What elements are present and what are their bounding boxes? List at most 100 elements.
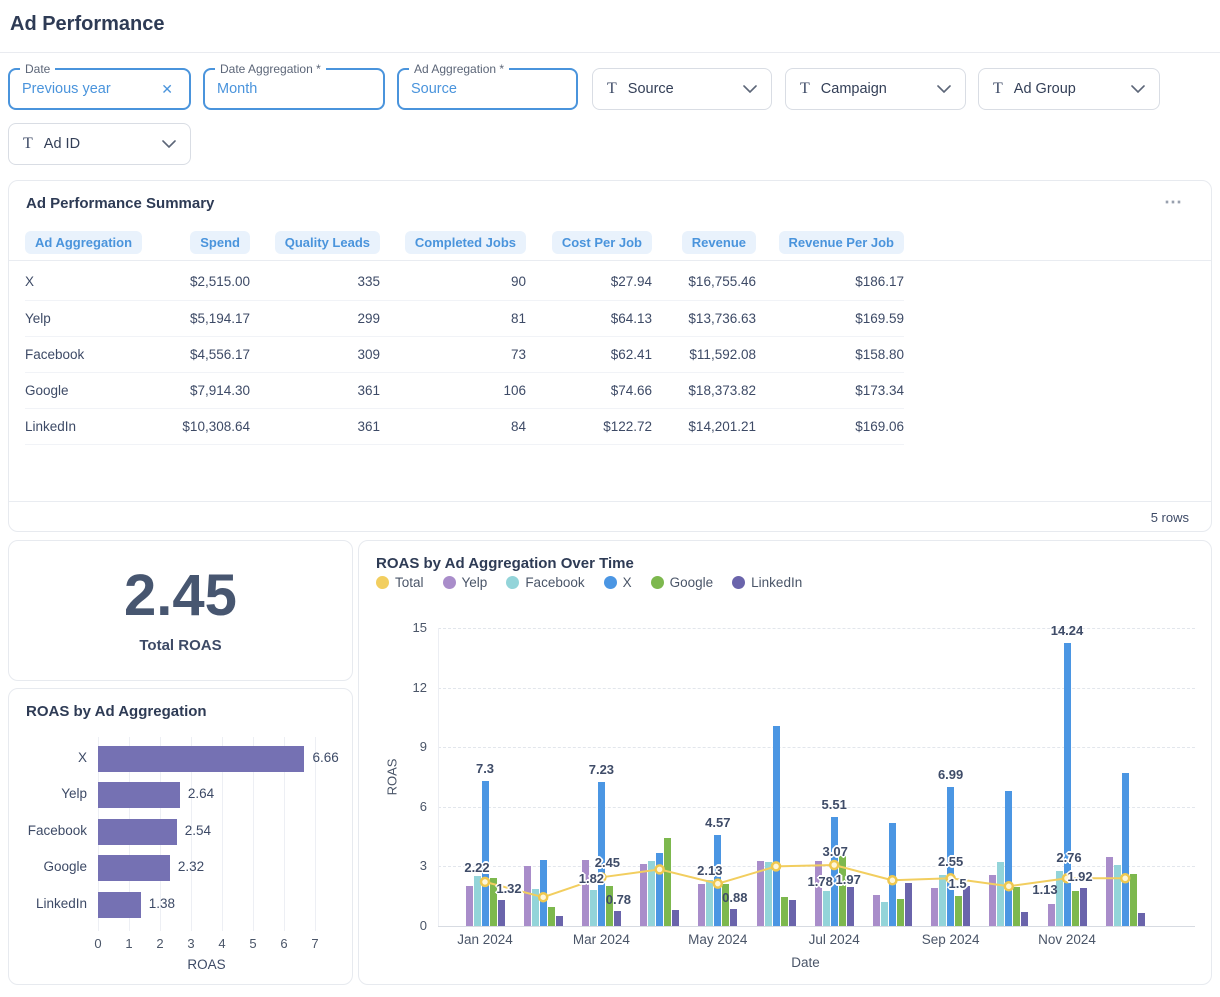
summary-table-card: Ad Performance Summary ⋯ Ad Aggregation S… — [8, 180, 1212, 532]
table-header-divider — [9, 260, 1211, 261]
table-cell: $14,201.21 — [652, 408, 756, 444]
data-label: 1.82 — [579, 871, 604, 886]
table-row: Yelp$5,194.1729981$64.13$13,736.63$169.5… — [25, 300, 904, 336]
text-type-icon: T — [993, 80, 1003, 98]
line-point — [1121, 874, 1129, 882]
category-label: LinkedIn — [9, 896, 87, 911]
x-axis-tick: 2 — [156, 936, 163, 951]
column-header-pill[interactable]: Completed Jobs — [405, 231, 526, 254]
table-footer-divider — [9, 501, 1211, 502]
gridline — [315, 737, 316, 931]
bar-x — [98, 746, 304, 772]
ellipsis-menu-icon[interactable]: ⋯ — [1164, 193, 1183, 211]
table-cell: $186.17 — [756, 264, 904, 300]
data-label: 2.22 — [464, 860, 489, 875]
bar-value-label: 1.38 — [149, 896, 175, 911]
filter-campaign-dropdown[interactable]: T Campaign — [785, 68, 966, 110]
data-label: 4.57 — [705, 815, 730, 830]
bar-facebook — [98, 819, 177, 845]
filter-date-label: Date — [20, 62, 55, 76]
bar-linkedin — [98, 892, 141, 918]
filter-date-aggregation[interactable]: Date Aggregation * Month — [203, 68, 385, 110]
hbar-chart-title: ROAS by Ad Aggregation — [26, 703, 207, 720]
line-point — [830, 861, 838, 869]
table-cell: $10,308.64 — [165, 408, 250, 444]
filter-ad-id-label: Ad ID — [44, 136, 80, 152]
x-axis-title: ROAS — [187, 957, 225, 972]
table-cell: Facebook — [25, 336, 165, 372]
bar-value-label: 2.54 — [185, 823, 211, 838]
x-axis-tick: 4 — [218, 936, 225, 951]
x-axis-tick: 5 — [249, 936, 256, 951]
data-label: 0.88 — [722, 890, 747, 905]
table-cell: $7,914.30 — [165, 372, 250, 408]
data-label: 2.76 — [1056, 850, 1081, 865]
data-label: 2.55 — [938, 854, 963, 869]
table-row: Facebook$4,556.1730973$62.41$11,592.08$1… — [25, 336, 904, 372]
chevron-down-icon — [743, 85, 757, 93]
chevron-down-icon — [937, 85, 951, 93]
chevron-down-icon — [1131, 85, 1145, 93]
data-label: 1.97 — [836, 872, 861, 887]
filter-date-aggregation-label: Date Aggregation * — [215, 62, 326, 76]
table-cell: $16,755.46 — [652, 264, 756, 300]
total-roas-card: 2.45 Total ROAS — [8, 540, 353, 681]
category-label: Google — [9, 859, 87, 874]
close-icon[interactable]: ✕ — [157, 79, 177, 100]
table-row: Google$7,914.30361106$74.66$18,373.82$17… — [25, 372, 904, 408]
filter-source-dropdown[interactable]: T Source — [592, 68, 772, 110]
column-header-pill[interactable]: Revenue Per Job — [779, 231, 905, 254]
filter-ad-id-dropdown[interactable]: T Ad ID — [8, 123, 191, 165]
filter-ad-group-dropdown[interactable]: T Ad Group — [978, 68, 1160, 110]
table-cell: $4,556.17 — [165, 336, 250, 372]
x-axis-tick: 3 — [187, 936, 194, 951]
chevron-down-icon — [162, 140, 176, 148]
data-label: 1.32 — [496, 881, 521, 896]
kpi-label: Total ROAS — [139, 637, 221, 654]
line-point — [772, 862, 780, 870]
filter-ad-aggregation[interactable]: Ad Aggregation * Source — [397, 68, 578, 110]
bar-value-label: 2.32 — [178, 859, 204, 874]
table-cell: 299 — [250, 300, 380, 336]
data-label: 14.24 — [1051, 623, 1084, 638]
table-cell: X — [25, 264, 165, 300]
x-axis-tick: 0 — [94, 936, 101, 951]
data-label: 3.07 — [823, 844, 848, 859]
data-label: 5.51 — [822, 797, 847, 812]
data-label: 0.78 — [606, 892, 631, 907]
table-cell: $169.59 — [756, 300, 904, 336]
column-header-pill[interactable]: Quality Leads — [275, 231, 380, 254]
column-header-pill[interactable]: Ad Aggregation — [25, 231, 142, 254]
table-cell: Google — [25, 372, 165, 408]
filter-ad-aggregation-label: Ad Aggregation * — [409, 62, 509, 76]
column-header-pill[interactable]: Revenue — [682, 231, 756, 254]
hbar-plot: 01234567X6.66Yelp2.64Facebook2.54Google2… — [9, 729, 354, 979]
data-label: 2.45 — [595, 855, 620, 870]
table-cell: LinkedIn — [25, 408, 165, 444]
row-count: 5 rows — [1151, 510, 1189, 525]
category-label: Yelp — [9, 786, 87, 801]
text-type-icon: T — [800, 80, 810, 98]
text-type-icon: T — [23, 135, 33, 153]
combo-plot: 036912157.32.221.327.232.451.820.784.572… — [359, 541, 1213, 986]
table-cell: $74.66 — [526, 372, 652, 408]
line-point — [656, 865, 664, 873]
data-label: 1.5 — [949, 876, 967, 891]
data-label: 1.92 — [1067, 869, 1092, 884]
table-cell: $158.80 — [756, 336, 904, 372]
filter-date[interactable]: Date Previous year ✕ — [8, 68, 191, 110]
bar-yelp — [98, 782, 180, 808]
column-header-pill[interactable]: Cost Per Job — [552, 231, 652, 254]
table-cell: $64.13 — [526, 300, 652, 336]
column-header-pill[interactable]: Spend — [190, 231, 250, 254]
summary-table-title: Ad Performance Summary — [26, 195, 214, 212]
table-cell: $27.94 — [526, 264, 652, 300]
category-label: X — [9, 750, 87, 765]
bar-google — [98, 855, 170, 881]
table-cell: $62.41 — [526, 336, 652, 372]
bar-value-label: 6.66 — [312, 750, 338, 765]
table-cell: $5,194.17 — [165, 300, 250, 336]
table-cell: 81 — [380, 300, 526, 336]
table-cell: $173.34 — [756, 372, 904, 408]
data-label: 1.13 — [1032, 882, 1057, 897]
